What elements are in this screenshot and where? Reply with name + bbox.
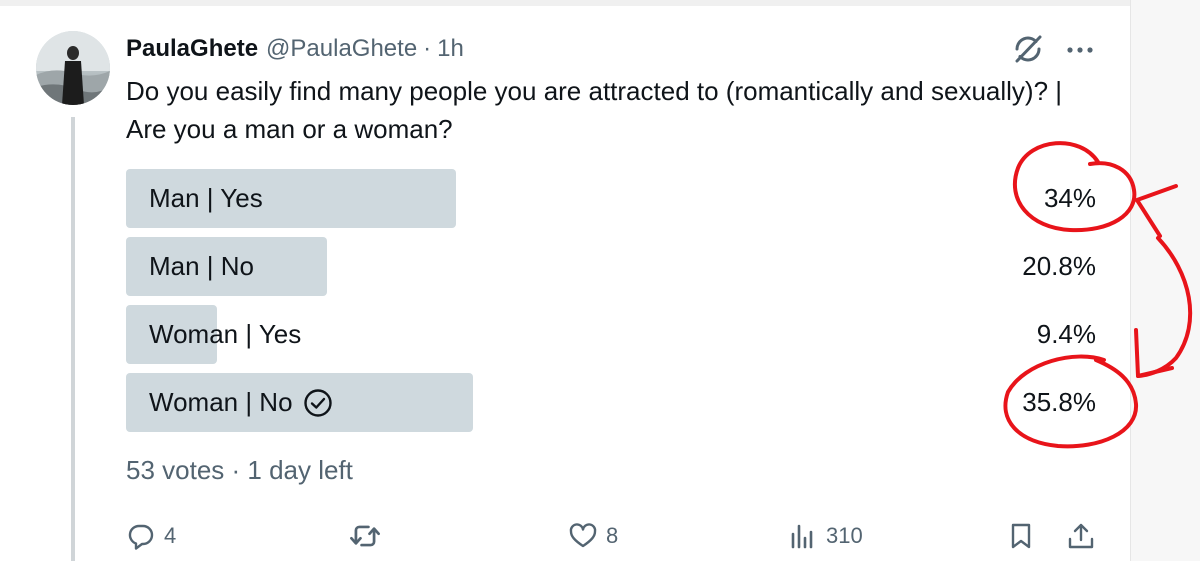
views-count: 310: [826, 523, 863, 548]
share-icon: [1068, 523, 1094, 549]
reply-button[interactable]: 4: [126, 512, 176, 560]
share-button[interactable]: [1066, 512, 1096, 560]
poll-meta: 53 votes · 1 day left: [126, 455, 353, 485]
avatar[interactable]: [36, 31, 110, 105]
user-handle[interactable]: @PaulaGhete: [266, 35, 417, 63]
like-count: 8: [606, 523, 619, 548]
poll-percent: 9.4%: [1036, 319, 1096, 349]
retweet-button[interactable]: [348, 512, 382, 560]
bookmark-icon: [1011, 523, 1031, 549]
action-bar: 4 8 310: [126, 512, 1106, 560]
bookmark-button[interactable]: [1006, 512, 1036, 560]
poll-option-selected: Woman | No 35.8%: [126, 373, 1102, 432]
views-icon: [791, 524, 813, 549]
grok-icon[interactable]: [1008, 29, 1048, 69]
poll-percent: 34%: [1043, 183, 1096, 213]
reply-icon: [128, 524, 154, 550]
check-circle-icon: [303, 388, 332, 417]
tweet-header: PaulaGhete @PaulaGhete · 1h: [126, 32, 464, 66]
tweet-text: Do you easily find many people you are a…: [126, 76, 1063, 144]
poll-percent: 35.8%: [1022, 387, 1096, 417]
poll-option-label: Woman | Yes: [149, 319, 302, 349]
display-name[interactable]: PaulaGhete: [126, 35, 258, 63]
red-arrowhead-annotation: [1134, 328, 1174, 378]
thread-line: [71, 117, 75, 561]
red-arrowhead-annotation: [1135, 184, 1178, 238]
poll-percent: 20.8%: [1022, 251, 1096, 281]
poll-option: Man | Yes 34%: [126, 169, 1102, 228]
poll-option: Man | No 20.8%: [126, 237, 1102, 296]
like-button[interactable]: 8: [568, 512, 618, 560]
header-separator: ·: [423, 35, 432, 62]
heart-icon: [569, 523, 597, 548]
poll-option-label: Man | Yes: [149, 183, 263, 213]
retweet-icon: [350, 525, 380, 547]
tweet-time[interactable]: 1h: [437, 35, 464, 63]
poll-option: Woman | Yes 9.4%: [126, 305, 1102, 364]
poll-option-label: Woman | No: [149, 387, 293, 417]
poll: Man | Yes 34% Man | No 20.8% Woman | Yes…: [126, 169, 1102, 441]
views-button[interactable]: 310: [788, 512, 863, 560]
reply-count: 4: [164, 523, 177, 548]
more-icon[interactable]: [1060, 30, 1100, 70]
red-arrow-annotation: [1136, 236, 1193, 378]
avatar-photo: [36, 31, 110, 105]
card-top-edge: [0, 0, 1130, 6]
poll-option-label-wrap: Woman | No: [149, 373, 333, 432]
tweet-card: PaulaGhete @PaulaGhete · 1h Do you easil…: [0, 0, 1131, 561]
poll-option-label: Man | No: [149, 251, 255, 281]
